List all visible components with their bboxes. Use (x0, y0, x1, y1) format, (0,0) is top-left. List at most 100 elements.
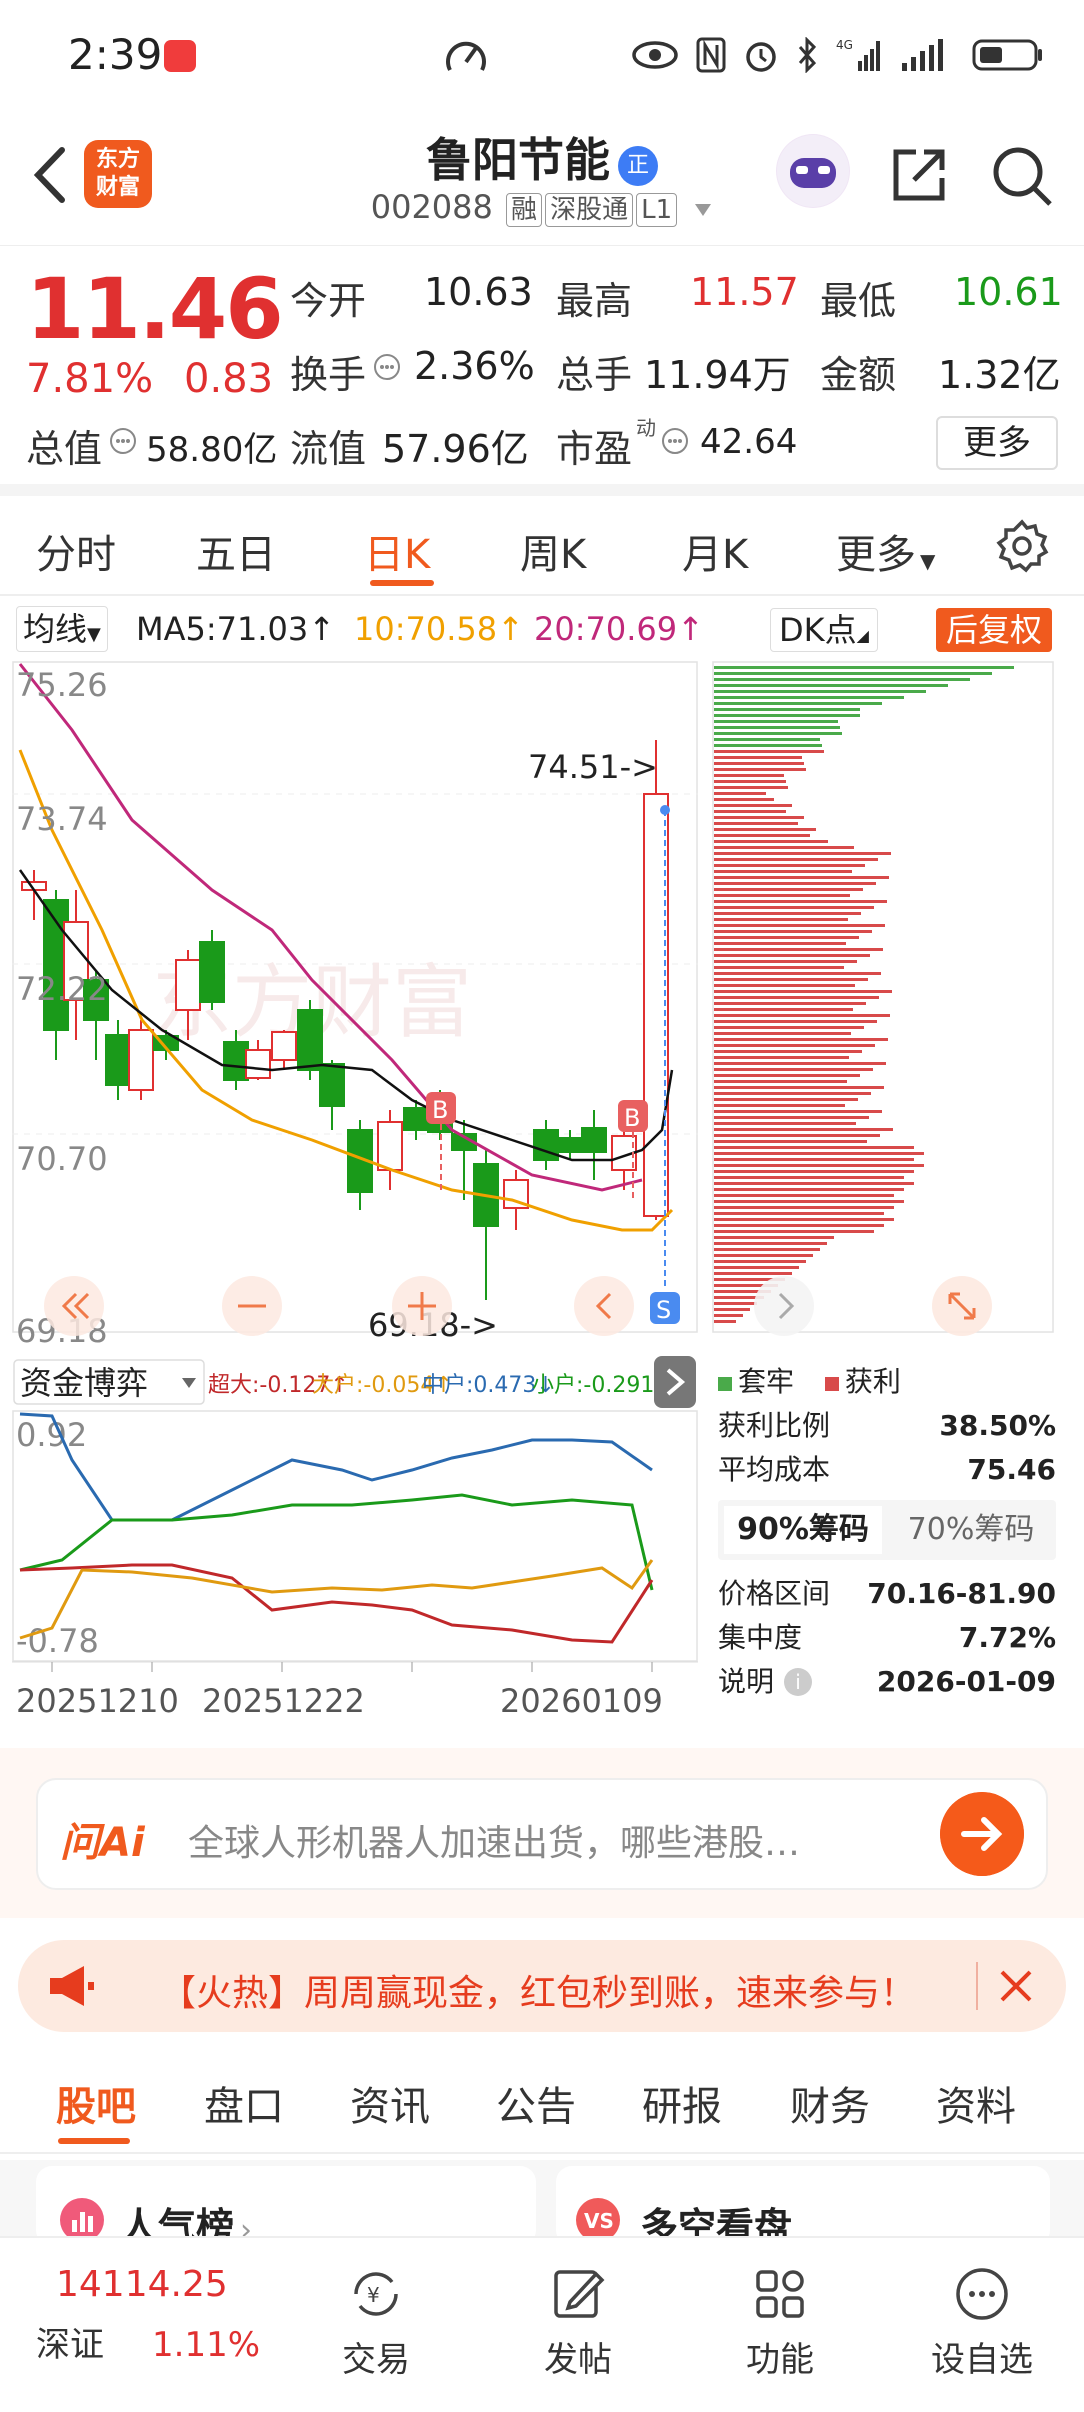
tab-order-book[interactable]: 盘口 (204, 2074, 284, 2132)
tab-five-day[interactable]: 五日 (196, 522, 276, 580)
expand-panel-button[interactable] (654, 1356, 696, 1408)
profit-ratio-value: 38.50% (939, 1409, 1056, 1442)
chip-bar (714, 1098, 858, 1101)
chip-bar (714, 852, 891, 855)
promo-banner[interactable]: 【火热】周周赢现金，红包秒到账，速来参与！ (18, 1940, 1066, 2032)
tab-financials[interactable]: 财务 (790, 2074, 870, 2132)
tab-news[interactable]: 资讯 (350, 2074, 430, 2132)
pe-value: 42.64 (700, 422, 798, 462)
status-bar: 2:39 4G (0, 0, 1084, 110)
caret-down-icon: ▼ (87, 624, 101, 645)
index-ticker[interactable]: 14114.25 深证 1.11% (36, 2264, 276, 2366)
nav-trade[interactable]: ¥ 交易 (306, 2264, 446, 2381)
chip-bar (714, 900, 887, 903)
scroll-left-icon[interactable] (44, 1276, 104, 1336)
nav-post[interactable]: 发帖 (508, 2264, 648, 2381)
info-icon[interactable] (372, 352, 402, 382)
chip-bar (714, 1194, 894, 1197)
chip-bar (714, 1206, 894, 1209)
chip-bar (714, 1110, 882, 1113)
nav-functions[interactable]: 功能 (710, 2264, 850, 2381)
expand-icon[interactable] (932, 1276, 992, 1336)
tab-monthly-k[interactable]: 月K (682, 522, 748, 580)
x-ticks (51, 1662, 653, 1672)
x-date: 20251222 (202, 1682, 365, 1720)
chip-scroll-icon[interactable] (754, 1276, 814, 1336)
total-value: 58.80亿 (146, 430, 278, 470)
chip-bar (714, 1080, 847, 1083)
open-value: 10.63 (424, 270, 533, 314)
note-date: 2026-01-09 (876, 1665, 1056, 1698)
info-icon[interactable] (660, 426, 690, 456)
tab-intraday[interactable]: 分时 (36, 522, 116, 580)
chip-bar (714, 804, 792, 807)
chip-bar (714, 858, 878, 861)
chip-bar (714, 1248, 820, 1251)
open-label: 今开 (290, 279, 367, 323)
zoom-in-icon[interactable] (392, 1276, 452, 1336)
info-icon[interactable]: i (784, 1668, 813, 1696)
chip-bar (714, 1050, 862, 1053)
chip-distribution-chart (712, 661, 1054, 1336)
kline-chart[interactable]: 东方财富 75.26 73.74 72.22 70.70 69.18 74.51… (12, 660, 698, 1350)
chip-bar (714, 918, 848, 921)
adjust-mode-button[interactable]: 后复权 (936, 608, 1053, 652)
chip-bar (714, 1026, 864, 1029)
tab-profile[interactable]: 资料 (936, 2074, 1016, 2132)
tab-90-chips[interactable]: 90%筹码 (724, 1506, 882, 1554)
chip-bar (714, 984, 855, 987)
long-short-card[interactable]: VS 多空看盘 (556, 2166, 1050, 2249)
close-icon[interactable] (998, 1968, 1034, 2004)
y-tick: 72.22 (16, 970, 108, 1008)
bottom-nav: 14114.25 深证 1.11% ¥ 交易 发帖 功能 设自选 (0, 2236, 1084, 2412)
chip-bar (714, 780, 786, 783)
chip-bar (714, 978, 868, 981)
chip-bar (714, 1230, 874, 1233)
caret-down-icon[interactable] (693, 202, 713, 218)
chip-bar (714, 1152, 924, 1155)
svg-text:B: B (432, 1096, 448, 1124)
arrow-right-icon[interactable] (940, 1792, 1024, 1876)
info-icon[interactable] (108, 426, 138, 456)
ai-robot-icon[interactable] (776, 134, 850, 208)
chip-bar (714, 792, 766, 795)
avg-cost-label: 平均成本 (718, 1453, 831, 1486)
chip-bar (714, 816, 804, 819)
avg-cost-value: 75.46 (967, 1453, 1056, 1486)
tab-weekly-k[interactable]: 周K (520, 522, 586, 580)
tab-daily-k[interactable]: 日K (364, 522, 430, 580)
chip-bar (714, 750, 824, 753)
chip-bar (714, 720, 838, 723)
prev-icon[interactable] (574, 1276, 634, 1336)
tab-research[interactable]: 研报 (642, 2074, 722, 2132)
divider (976, 1962, 978, 2010)
dk-point-button[interactable]: DK点◢ (770, 608, 878, 652)
fund-flow-chart[interactable]: 0.92 -0.78 20251210 20251222 20260109 (12, 1410, 698, 1750)
popularity-card[interactable]: 人气榜 › (36, 2166, 536, 2249)
chip-bar (714, 1302, 757, 1305)
svg-text:4G: 4G (836, 38, 853, 52)
zoom-out-icon[interactable] (222, 1276, 282, 1336)
search-icon[interactable] (990, 144, 1054, 208)
settings-gear-icon[interactable] (994, 518, 1050, 574)
tab-forum[interactable]: 股吧 (56, 2074, 136, 2132)
tab-announcements[interactable]: 公告 (496, 2074, 576, 2132)
tab-more[interactable]: 更多 ▼ (836, 522, 935, 580)
nav-add-watchlist[interactable]: 设自选 (912, 2264, 1052, 2381)
chip-bar (714, 1236, 834, 1239)
indicator-select[interactable]: 均线▼ (16, 606, 108, 652)
chip-legend: 套牢 获利 (718, 1360, 901, 1400)
svg-text:S: S (656, 1296, 671, 1324)
stock-name: 鲁阳节能 (426, 133, 610, 187)
candle-body (581, 1127, 607, 1153)
more-button[interactable]: 更多 (936, 416, 1058, 470)
chip-bar (714, 786, 788, 789)
price-range-label: 价格区间 (718, 1577, 831, 1610)
quote-panel: 11.46 7.81% 0.83 今开 10.63 最高 11.57 最低 10… (0, 246, 1084, 496)
tab-70-chips[interactable]: 70%筹码 (892, 1506, 1050, 1554)
chip-bar (714, 1122, 856, 1125)
profit-ratio-row: 获利比例 38.50% (718, 1404, 1056, 1448)
ai-search-box[interactable]: 问Ai 全球人形机器人加速出货，哪些港股… (36, 1778, 1048, 1890)
share-icon[interactable] (890, 144, 950, 204)
chip-bar (714, 690, 926, 693)
